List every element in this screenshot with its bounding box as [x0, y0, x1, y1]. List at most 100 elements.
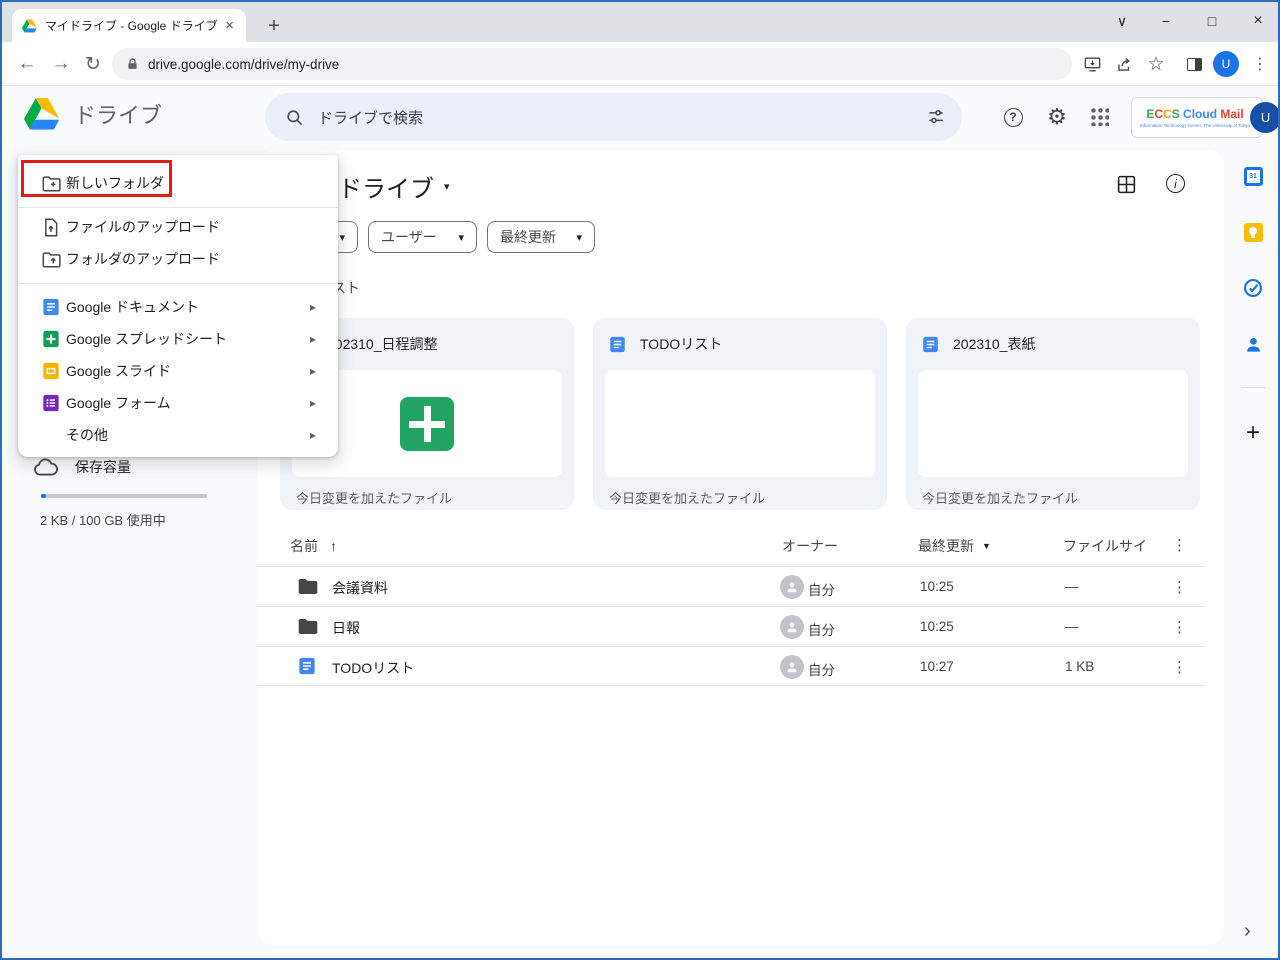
chip-caret-icon: ▾	[576, 231, 582, 244]
card-reason-text: 今日変更を加えたファイル	[296, 488, 452, 507]
url-text: drive.google.com/drive/my-drive	[148, 57, 339, 72]
file-size: —	[1065, 619, 1079, 634]
tab-title: マイドライブ - Google ドライブ	[45, 17, 221, 34]
suggested-card[interactable]: TODOリスト 今日変更を加えたファイル	[593, 318, 887, 510]
highlight-annotation	[21, 160, 172, 197]
modified-time: 10:25	[920, 579, 954, 594]
account-badge[interactable]: ECCS Cloud Mail Information Technology C…	[1131, 97, 1263, 138]
drive-logo-home[interactable]: ドライブ	[24, 98, 162, 130]
calendar-icon[interactable]: 31	[1242, 165, 1264, 187]
details-info-icon[interactable]: i	[1166, 174, 1185, 193]
browser-menu-icon[interactable]: ⋮	[1246, 50, 1274, 78]
tab-close-icon[interactable]: ×	[221, 17, 238, 34]
settings-gear-icon[interactable]: ⚙	[1037, 97, 1077, 137]
search-input[interactable]: ドライブで検索	[265, 93, 962, 141]
expand-chevron-icon[interactable]: ›	[1244, 920, 1251, 943]
side-panel-icon[interactable]	[1180, 50, 1208, 78]
submenu-arrow-icon: ▸	[310, 300, 316, 314]
storage-section[interactable]: 保存容量	[33, 456, 131, 478]
file-preview	[605, 370, 875, 477]
grid-view-toggle[interactable]	[1116, 174, 1137, 200]
keep-icon[interactable]	[1242, 221, 1264, 243]
file-preview	[918, 370, 1188, 477]
column-owner[interactable]: オーナー	[782, 536, 838, 556]
filter-chip-modified[interactable]: 最終更新▾	[487, 221, 595, 253]
account-avatar[interactable]: U	[1250, 102, 1280, 133]
account-badge-text: ECCS Cloud Mail Information Technology C…	[1140, 106, 1250, 129]
owner-avatar	[780, 655, 804, 679]
browser-tab[interactable]: マイドライブ - Google ドライブ ×	[12, 9, 246, 42]
search-options-icon[interactable]	[926, 107, 946, 127]
share-icon[interactable]	[1110, 50, 1138, 78]
docs-file-icon	[40, 296, 62, 318]
folder-icon	[298, 578, 318, 595]
new-tab-button[interactable]: +	[260, 12, 288, 40]
cloud-icon	[33, 456, 59, 478]
file-name: 会議資料	[332, 578, 388, 598]
owner-name: 自分	[808, 659, 835, 679]
forms-file-icon	[40, 392, 62, 414]
address-bar[interactable]: drive.google.com/drive/my-drive	[112, 48, 1072, 80]
install-icon[interactable]	[1078, 50, 1106, 78]
search-icon	[285, 108, 304, 127]
storage-usage-text: 2 KB / 100 GB 使用中	[40, 510, 166, 529]
contacts-icon[interactable]	[1242, 333, 1264, 355]
card-reason-text: 今日変更を加えたファイル	[922, 488, 1078, 507]
bookmark-star-icon[interactable]: ☆	[1142, 50, 1170, 78]
owner-avatar	[780, 575, 804, 599]
docs-file-icon	[298, 657, 316, 675]
help-icon[interactable]: ?	[993, 97, 1033, 137]
app-name: ドライブ	[74, 98, 162, 130]
menu-item-folder-upload[interactable]: フォルダのアップロード	[18, 243, 338, 275]
row-options-icon[interactable]: ⋮	[1172, 658, 1187, 676]
sort-down-icon: ▼	[982, 541, 991, 551]
rail-divider	[1241, 387, 1265, 388]
column-modified[interactable]: 最終更新 ▼	[918, 536, 991, 556]
search-placeholder: ドライブで検索	[318, 107, 926, 128]
docs-file-icon	[922, 336, 939, 353]
file-row[interactable]: TODOリスト 自分 10:27 1 KB ⋮	[258, 646, 1204, 686]
window-close-button[interactable]: ×	[1241, 6, 1275, 36]
menu-item-google-forms[interactable]: Google フォーム ▸	[18, 387, 338, 419]
main-content: マイドライブ ▾ i ▾ ユーザー▾ 最終更新▾ 候補リスト	[258, 150, 1224, 945]
submenu-arrow-icon: ▸	[310, 428, 316, 442]
modified-time: 10:27	[920, 659, 954, 674]
menu-item-google-docs[interactable]: Google ドキュメント ▸	[18, 291, 338, 323]
menu-item-google-sheets[interactable]: Google スプレッドシート ▸	[18, 323, 338, 355]
window-maximize-button[interactable]: □	[1195, 6, 1229, 36]
docs-file-icon	[609, 336, 626, 353]
menu-item-more[interactable]: その他 ▸	[18, 419, 338, 451]
row-options-icon[interactable]: ⋮	[1172, 578, 1187, 596]
suggested-card[interactable]: 202310_表紙 今日変更を加えたファイル	[906, 318, 1200, 510]
get-addons-button[interactable]: +	[1242, 422, 1264, 444]
filter-chip-people[interactable]: ユーザー▾	[368, 221, 477, 253]
table-options-icon[interactable]: ⋮	[1172, 536, 1187, 554]
apps-grid-icon[interactable]	[1080, 97, 1120, 137]
column-size[interactable]: ファイルサイ	[1063, 536, 1147, 556]
folder-icon	[298, 618, 318, 635]
storage-progress-fill	[41, 494, 46, 498]
reload-button[interactable]: ↻	[78, 49, 108, 79]
column-name[interactable]: 名前 ↑	[290, 536, 337, 556]
file-name: TODOリスト	[332, 658, 414, 678]
menu-item-file-upload[interactable]: ファイルのアップロード	[18, 211, 338, 243]
row-options-icon[interactable]: ⋮	[1172, 618, 1187, 636]
drive-favicon-icon	[22, 19, 37, 33]
owner-avatar	[780, 615, 804, 639]
file-row[interactable]: 会議資料 自分 10:25 — ⋮	[258, 566, 1204, 606]
slides-file-icon	[40, 360, 62, 382]
menu-item-google-slides[interactable]: Google スライド ▸	[18, 355, 338, 387]
window-menu-icon[interactable]: ∨	[1105, 6, 1139, 36]
folder-upload-icon	[40, 248, 62, 270]
drive-logo-icon	[24, 98, 60, 130]
sheets-file-icon	[40, 328, 62, 350]
window-minimize-button[interactable]: −	[1149, 6, 1183, 36]
browser-avatar[interactable]: U	[1212, 50, 1240, 78]
tasks-icon[interactable]	[1242, 277, 1264, 299]
file-size: —	[1065, 579, 1079, 594]
file-row[interactable]: 日報 自分 10:25 — ⋮	[258, 606, 1204, 646]
file-upload-icon	[40, 216, 62, 238]
forward-button[interactable]: →	[46, 49, 76, 79]
back-button[interactable]: ←	[12, 49, 42, 79]
owner-name: 自分	[808, 619, 835, 639]
